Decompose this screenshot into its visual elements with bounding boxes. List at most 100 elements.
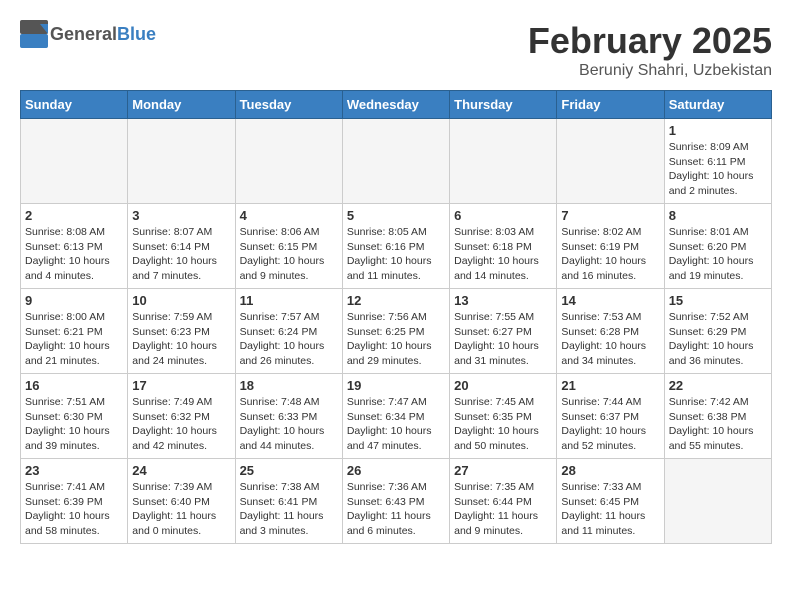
day-info: Sunrise: 7:52 AM Sunset: 6:29 PM Dayligh… [669, 310, 767, 369]
day-cell: 7 Sunrise: 8:02 AM Sunset: 6:19 PM Daylig… [557, 204, 664, 289]
day-cell: 21 Sunrise: 7:44 AM Sunset: 6:37 PM Dayli… [557, 374, 664, 459]
day-info: Sunrise: 7:39 AM Sunset: 6:40 PM Dayligh… [132, 480, 230, 539]
day-number: 11 [240, 293, 338, 308]
day-number: 3 [132, 208, 230, 223]
day-number: 23 [25, 463, 123, 478]
weekday-header-sunday: Sunday [21, 91, 128, 119]
day-cell [557, 119, 664, 204]
day-number: 13 [454, 293, 552, 308]
day-info: Sunrise: 7:59 AM Sunset: 6:23 PM Dayligh… [132, 310, 230, 369]
day-info: Sunrise: 8:06 AM Sunset: 6:15 PM Dayligh… [240, 225, 338, 284]
day-number: 9 [25, 293, 123, 308]
day-cell: 22 Sunrise: 7:42 AM Sunset: 6:38 PM Dayli… [664, 374, 771, 459]
day-cell: 27 Sunrise: 7:35 AM Sunset: 6:44 PM Dayli… [450, 459, 557, 544]
day-info: Sunrise: 7:33 AM Sunset: 6:45 PM Dayligh… [561, 480, 659, 539]
day-cell: 24 Sunrise: 7:39 AM Sunset: 6:40 PM Dayli… [128, 459, 235, 544]
day-info: Sunrise: 8:01 AM Sunset: 6:20 PM Dayligh… [669, 225, 767, 284]
day-cell: 23Sunrise: 7:41 AM Sunset: 6:39 PM Dayli… [21, 459, 128, 544]
day-info: Sunrise: 7:35 AM Sunset: 6:44 PM Dayligh… [454, 480, 552, 539]
month-title: February 2025 [528, 20, 772, 62]
day-cell: 16 Sunrise: 7:51 AM Sunset: 6:30 PM Dayli… [21, 374, 128, 459]
weekday-header-thursday: Thursday [450, 91, 557, 119]
day-cell: 1 Sunrise: 8:09 AM Sunset: 6:11 PM Daylig… [664, 119, 771, 204]
day-cell: 3 Sunrise: 8:07 AM Sunset: 6:14 PM Daylig… [128, 204, 235, 289]
day-info: Sunrise: 7:47 AM Sunset: 6:34 PM Dayligh… [347, 395, 445, 454]
day-number: 17 [132, 378, 230, 393]
day-cell [128, 119, 235, 204]
day-info: Sunrise: 7:42 AM Sunset: 6:38 PM Dayligh… [669, 395, 767, 454]
day-info: Sunrise: 7:55 AM Sunset: 6:27 PM Dayligh… [454, 310, 552, 369]
day-cell: 4Sunrise: 8:06 AM Sunset: 6:15 PM Daylig… [235, 204, 342, 289]
day-number: 20 [454, 378, 552, 393]
day-number: 16 [25, 378, 123, 393]
day-cell [450, 119, 557, 204]
day-info: Sunrise: 8:09 AM Sunset: 6:11 PM Dayligh… [669, 140, 767, 199]
weekday-header-friday: Friday [557, 91, 664, 119]
weekday-header-wednesday: Wednesday [342, 91, 449, 119]
day-cell: 25 Sunrise: 7:38 AM Sunset: 6:41 PM Dayli… [235, 459, 342, 544]
week-row-2: 2 Sunrise: 8:08 AM Sunset: 6:13 PM Daylig… [21, 204, 772, 289]
header: GeneralBlue February 2025 Beruniy Shahri… [20, 20, 772, 80]
day-cell: 12 Sunrise: 7:56 AM Sunset: 6:25 PM Dayli… [342, 289, 449, 374]
logo-general: General [50, 24, 117, 44]
week-row-1: 1 Sunrise: 8:09 AM Sunset: 6:11 PM Daylig… [21, 119, 772, 204]
day-info: Sunrise: 7:36 AM Sunset: 6:43 PM Dayligh… [347, 480, 445, 539]
logo-icon [20, 20, 48, 48]
day-cell [21, 119, 128, 204]
day-cell: 20 Sunrise: 7:45 AM Sunset: 6:35 PM Dayli… [450, 374, 557, 459]
day-number: 6 [454, 208, 552, 223]
day-number: 24 [132, 463, 230, 478]
day-cell: 14 Sunrise: 7:53 AM Sunset: 6:28 PM Dayli… [557, 289, 664, 374]
day-info: Sunrise: 7:56 AM Sunset: 6:25 PM Dayligh… [347, 310, 445, 369]
day-number: 14 [561, 293, 659, 308]
day-cell: 11 Sunrise: 7:57 AM Sunset: 6:24 PM Dayli… [235, 289, 342, 374]
day-number: 10 [132, 293, 230, 308]
day-info: Sunrise: 7:38 AM Sunset: 6:41 PM Dayligh… [240, 480, 338, 539]
day-cell [235, 119, 342, 204]
location-title: Beruniy Shahri, Uzbekistan [528, 62, 772, 80]
day-cell: 18Sunrise: 7:48 AM Sunset: 6:33 PM Dayli… [235, 374, 342, 459]
day-cell: 9 Sunrise: 8:00 AM Sunset: 6:21 PM Daylig… [21, 289, 128, 374]
day-info: Sunrise: 8:00 AM Sunset: 6:21 PM Dayligh… [25, 310, 123, 369]
day-number: 21 [561, 378, 659, 393]
day-number: 1 [669, 123, 767, 138]
week-row-3: 9 Sunrise: 8:00 AM Sunset: 6:21 PM Daylig… [21, 289, 772, 374]
day-number: 2 [25, 208, 123, 223]
day-cell: 19 Sunrise: 7:47 AM Sunset: 6:34 PM Dayli… [342, 374, 449, 459]
day-info: Sunrise: 7:44 AM Sunset: 6:37 PM Dayligh… [561, 395, 659, 454]
day-info: Sunrise: 8:02 AM Sunset: 6:19 PM Dayligh… [561, 225, 659, 284]
title-area: February 2025 Beruniy Shahri, Uzbekistan [528, 20, 772, 80]
day-number: 7 [561, 208, 659, 223]
day-cell: 17 Sunrise: 7:49 AM Sunset: 6:32 PM Dayli… [128, 374, 235, 459]
day-info: Sunrise: 7:53 AM Sunset: 6:28 PM Dayligh… [561, 310, 659, 369]
week-row-4: 16 Sunrise: 7:51 AM Sunset: 6:30 PM Dayli… [21, 374, 772, 459]
day-info: Sunrise: 8:07 AM Sunset: 6:14 PM Dayligh… [132, 225, 230, 284]
day-info: Sunrise: 8:08 AM Sunset: 6:13 PM Dayligh… [25, 225, 123, 284]
day-info: Sunrise: 7:45 AM Sunset: 6:35 PM Dayligh… [454, 395, 552, 454]
calendar-table: SundayMondayTuesdayWednesdayThursdayFrid… [20, 90, 772, 544]
day-info: Sunrise: 7:49 AM Sunset: 6:32 PM Dayligh… [132, 395, 230, 454]
day-info: Sunrise: 7:57 AM Sunset: 6:24 PM Dayligh… [240, 310, 338, 369]
day-number: 28 [561, 463, 659, 478]
day-cell: 5Sunrise: 8:05 AM Sunset: 6:16 PM Daylig… [342, 204, 449, 289]
day-cell: 2 Sunrise: 8:08 AM Sunset: 6:13 PM Daylig… [21, 204, 128, 289]
day-number: 25 [240, 463, 338, 478]
logo-blue: Blue [117, 24, 156, 44]
day-number: 5 [347, 208, 445, 223]
day-number: 19 [347, 378, 445, 393]
day-number: 15 [669, 293, 767, 308]
day-number: 22 [669, 378, 767, 393]
day-number: 18 [240, 378, 338, 393]
week-row-5: 23Sunrise: 7:41 AM Sunset: 6:39 PM Dayli… [21, 459, 772, 544]
weekday-header-saturday: Saturday [664, 91, 771, 119]
day-cell: 6Sunrise: 8:03 AM Sunset: 6:18 PM Daylig… [450, 204, 557, 289]
day-cell [342, 119, 449, 204]
day-number: 27 [454, 463, 552, 478]
day-cell: 13 Sunrise: 7:55 AM Sunset: 6:27 PM Dayli… [450, 289, 557, 374]
weekday-header-tuesday: Tuesday [235, 91, 342, 119]
day-number: 12 [347, 293, 445, 308]
day-cell [664, 459, 771, 544]
day-info: Sunrise: 7:51 AM Sunset: 6:30 PM Dayligh… [25, 395, 123, 454]
weekday-header-row: SundayMondayTuesdayWednesdayThursdayFrid… [21, 91, 772, 119]
day-number: 8 [669, 208, 767, 223]
